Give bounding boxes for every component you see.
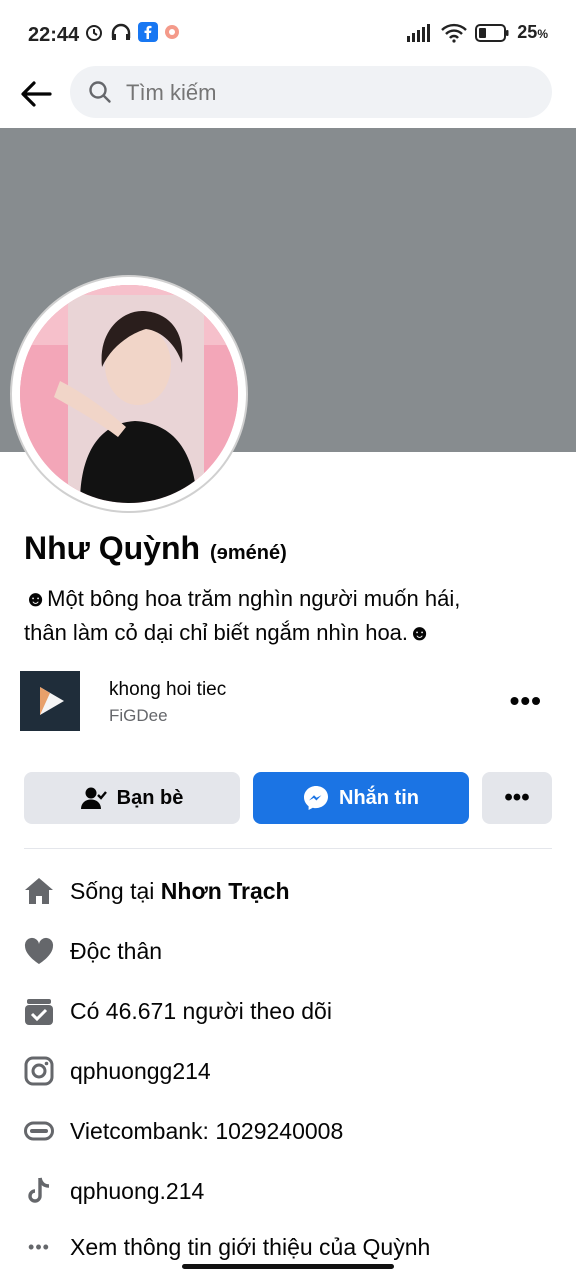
more-options-icon[interactable]: •••	[510, 685, 542, 717]
info-instagram-text: qphuongg214	[70, 1057, 211, 1084]
bio-line: thân làm cỏ dại chỉ biết ngắm nhìn hoa.☻	[24, 620, 432, 645]
bio-line: ☻Một bông hoa trăm nghìn người muốn hái,	[24, 586, 461, 611]
info-relationship-text: Độc thân	[70, 937, 163, 964]
friend-check-icon	[80, 787, 107, 809]
info-tiktok-text: qphuong.214	[70, 1177, 205, 1204]
battery-level: 25%	[517, 22, 548, 42]
home-icon	[24, 876, 54, 906]
see-about-info-link[interactable]: ••• Xem thông tin giới thiệu của Quỳnh	[24, 1227, 554, 1267]
music-title: khong hoi tiec	[109, 679, 227, 700]
profile-picture[interactable]	[20, 285, 238, 503]
app-notification-icon	[165, 25, 179, 39]
facebook-notification-icon	[138, 22, 158, 42]
friends-button[interactable]: Bạn bè	[24, 772, 240, 824]
followers-icon	[24, 996, 54, 1026]
profile-picture-frame[interactable]	[12, 277, 246, 511]
info-followers-text: Có 46.671 người theo dõi	[70, 997, 332, 1024]
music-thumbnail[interactable]	[20, 671, 80, 731]
heart-icon	[24, 936, 54, 966]
more-actions-button[interactable]: •••	[482, 772, 552, 824]
info-instagram[interactable]: qphuongg214	[24, 1051, 554, 1091]
wifi-icon	[441, 23, 468, 43]
message-button-label: Nhắn tin	[339, 786, 419, 809]
instagram-icon	[24, 1056, 54, 1086]
see-about-info-text: Xem thông tin giới thiệu của Quỳnh	[70, 1233, 431, 1260]
profile-alternate-name: (ɘméné)	[210, 542, 287, 564]
search-box[interactable]	[70, 66, 552, 120]
status-time: 22:44	[28, 24, 80, 46]
link-icon	[24, 1116, 54, 1146]
info-city-link[interactable]: Nhơn Trạch	[161, 878, 290, 905]
info-bank-text: Vietcombank: 1029240008	[70, 1117, 344, 1144]
profile-bio: ☻Một bông hoa trăm nghìn người muốn hái,…	[24, 582, 554, 650]
search-icon	[89, 81, 111, 103]
messenger-icon	[304, 786, 328, 810]
info-current-city: Sống tại Nhơn Trạch	[24, 871, 554, 911]
info-followers[interactable]: Có 46.671 người theo dõi	[24, 991, 554, 1031]
info-bank[interactable]: Vietcombank: 1029240008	[24, 1111, 554, 1151]
info-lives-label: Sống tại	[70, 877, 161, 904]
info-tiktok[interactable]: qphuong.214	[24, 1171, 554, 1211]
alarm-icon	[86, 25, 102, 41]
tiktok-icon	[24, 1176, 54, 1206]
status-bar: 22:44 25%	[0, 0, 576, 64]
message-button[interactable]: Nhắn tin	[253, 772, 469, 824]
divider	[24, 848, 552, 849]
more-dots-icon: •••	[504, 784, 530, 811]
search-input[interactable]	[124, 66, 528, 120]
top-bar	[0, 64, 576, 128]
headphones-icon	[111, 23, 131, 40]
music-artist: FiGDee	[109, 706, 168, 725]
more-dots-icon: •••	[28, 1236, 50, 1257]
back-arrow-icon[interactable]	[18, 76, 54, 112]
battery-icon	[475, 23, 509, 42]
profile-name: Như Quỳnh	[24, 530, 201, 566]
friends-button-label: Bạn bè	[116, 786, 184, 809]
home-indicator[interactable]	[182, 1264, 394, 1269]
signal-icon	[407, 23, 431, 42]
profile-music[interactable]: khong hoi tiec FiGDee •••	[20, 671, 556, 731]
info-relationship: Độc thân	[24, 931, 554, 971]
profile-name-row: Như Quỳnh (ɘméné)	[24, 530, 287, 567]
play-icon	[40, 687, 64, 715]
